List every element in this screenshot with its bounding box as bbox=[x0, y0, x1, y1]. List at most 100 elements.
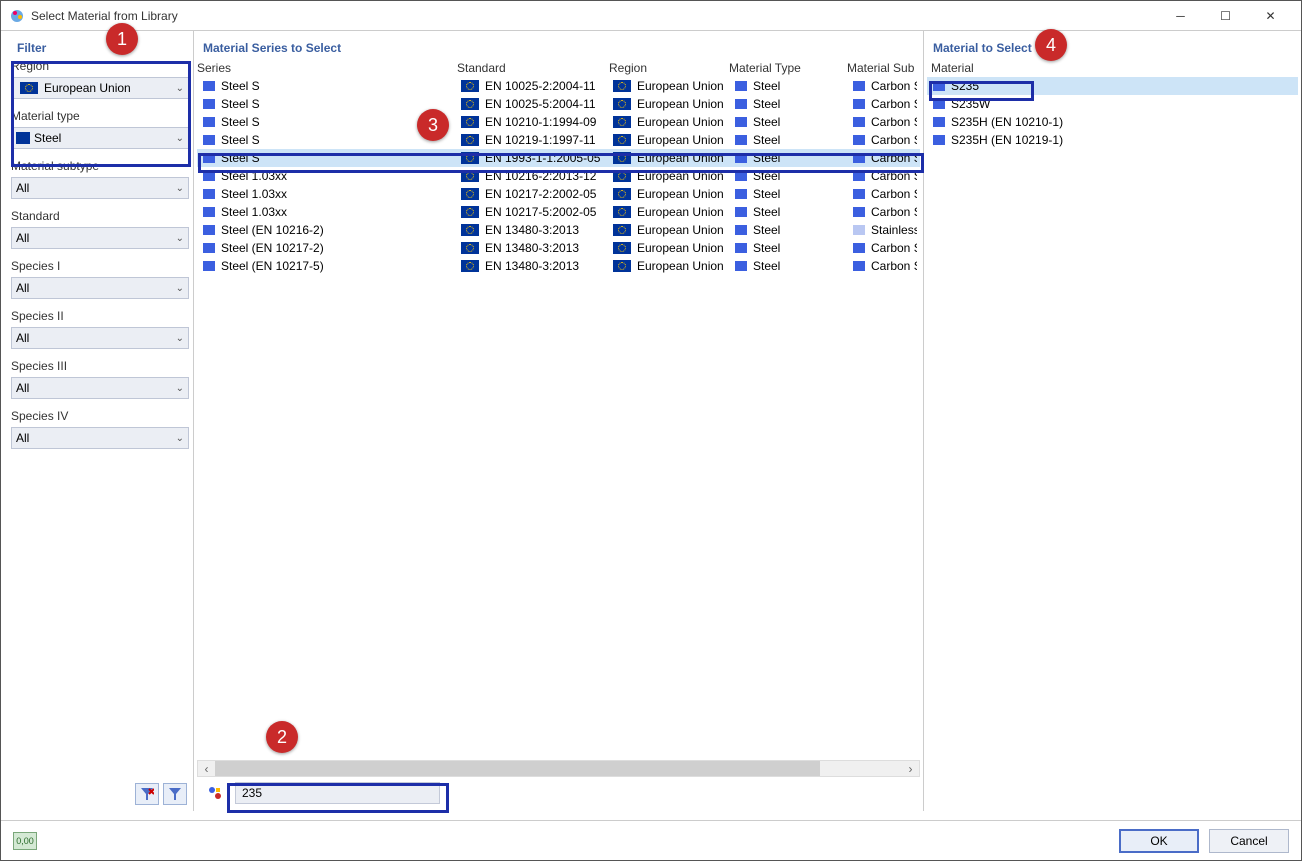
material-name: S235H (EN 10210-1) bbox=[951, 115, 1063, 129]
series-row[interactable]: Steel SEN 10025-5:2004-11European UnionS… bbox=[197, 95, 920, 113]
cell: EN 10217-5:2002-05 bbox=[457, 205, 609, 219]
color-swatch-icon bbox=[203, 171, 215, 181]
series-row[interactable]: Steel 1.03xxEN 10216-2:2013-12European U… bbox=[197, 167, 920, 185]
color-swatch-icon bbox=[203, 99, 215, 109]
series-row[interactable]: Steel SEN 1993-1-1:2005-05European Union… bbox=[197, 149, 920, 167]
eu-flag-icon bbox=[461, 116, 479, 128]
chevron-down-icon: ⌄ bbox=[176, 233, 184, 244]
cell: Steel bbox=[729, 151, 847, 165]
cell: EN 10025-5:2004-11 bbox=[457, 97, 609, 111]
cancel-button[interactable]: Cancel bbox=[1209, 829, 1289, 853]
series-row[interactable]: Steel (EN 10217-5)EN 13480-3:2013Europea… bbox=[197, 257, 920, 275]
series-row[interactable]: Steel (EN 10217-2)EN 13480-3:2013Europea… bbox=[197, 239, 920, 257]
color-swatch-icon bbox=[735, 135, 747, 145]
cell: Carbon St bbox=[847, 205, 917, 219]
cell: European Union bbox=[609, 97, 729, 111]
cell: Steel bbox=[729, 241, 847, 255]
filter-group: Material subtype All ⌄ bbox=[11, 159, 189, 199]
cell: Carbon St bbox=[847, 115, 917, 129]
filter-combo-material-type[interactable]: Steel⌄ bbox=[11, 127, 189, 149]
callout-3: 3 bbox=[417, 109, 449, 141]
material-name: S235W bbox=[951, 97, 990, 111]
callout-2: 2 bbox=[266, 721, 298, 753]
col-material-subtype[interactable]: Material Sub bbox=[847, 61, 917, 75]
units-button[interactable]: 0,00 bbox=[13, 832, 37, 850]
cell: European Union bbox=[609, 259, 729, 273]
color-swatch-icon bbox=[203, 243, 215, 253]
minimize-button[interactable]: ─ bbox=[1158, 2, 1203, 30]
eu-flag-icon bbox=[613, 188, 631, 200]
series-row[interactable]: Steel SEN 10219-1:1997-11European UnionS… bbox=[197, 131, 920, 149]
col-standard[interactable]: Standard bbox=[457, 61, 609, 75]
eu-flag-icon bbox=[613, 152, 631, 164]
scrollbar-thumb[interactable] bbox=[215, 761, 820, 776]
series-row[interactable]: Steel 1.03xxEN 10217-5:2002-05European U… bbox=[197, 203, 920, 221]
eu-flag-icon bbox=[613, 170, 631, 182]
horizontal-scrollbar[interactable]: ‹ › bbox=[197, 760, 920, 777]
clear-filter-button[interactable] bbox=[135, 783, 159, 805]
cell: Steel bbox=[729, 97, 847, 111]
filter-header: Filter bbox=[11, 37, 189, 59]
filter-label: Species I bbox=[11, 259, 189, 273]
color-swatch-icon bbox=[933, 99, 945, 109]
filter-label: Material subtype bbox=[11, 159, 189, 173]
color-swatch-icon bbox=[203, 117, 215, 127]
filter-value: All bbox=[16, 181, 29, 195]
material-row[interactable]: S235H (EN 10219-1) bbox=[927, 131, 1298, 149]
color-swatch-icon bbox=[853, 207, 865, 217]
eu-flag-icon bbox=[461, 170, 479, 182]
color-swatch-icon bbox=[735, 207, 747, 217]
cell: European Union bbox=[609, 205, 729, 219]
filter-combo-standard[interactable]: All⌄ bbox=[11, 227, 189, 249]
filter-combo-material-subtype[interactable]: All ⌄ bbox=[11, 177, 189, 199]
close-button[interactable]: ✕ bbox=[1248, 2, 1293, 30]
color-swatch-icon bbox=[853, 117, 865, 127]
chevron-down-icon: ⌄ bbox=[176, 433, 184, 444]
color-swatch-icon bbox=[853, 189, 865, 199]
steel-swatch-icon bbox=[16, 132, 30, 144]
eu-flag-icon bbox=[461, 260, 479, 272]
col-series[interactable]: Series bbox=[197, 61, 457, 75]
series-row[interactable]: Steel 1.03xxEN 10217-2:2002-05European U… bbox=[197, 185, 920, 203]
col-region[interactable]: Region bbox=[609, 61, 729, 75]
eu-flag-icon bbox=[613, 134, 631, 146]
cell: Steel (EN 10217-2) bbox=[197, 241, 457, 255]
series-row[interactable]: Steel (EN 10216-2)EN 13480-3:2013Europea… bbox=[197, 221, 920, 239]
filter-combo-species-iii[interactable]: All⌄ bbox=[11, 377, 189, 399]
cell: Carbon St bbox=[847, 79, 917, 93]
material-row[interactable]: S235H (EN 10210-1) bbox=[927, 113, 1298, 131]
material-name: S235H (EN 10219-1) bbox=[951, 133, 1063, 147]
ok-button[interactable]: OK bbox=[1119, 829, 1199, 853]
series-row[interactable]: Steel SEN 10210-1:1994-09European UnionS… bbox=[197, 113, 920, 131]
color-swatch-icon bbox=[735, 225, 747, 235]
color-swatch-icon bbox=[203, 261, 215, 271]
material-row[interactable]: S235 bbox=[927, 77, 1298, 95]
filter-combo-region[interactable]: European Union⌄ bbox=[11, 77, 189, 99]
eu-flag-icon bbox=[461, 152, 479, 164]
eu-flag-icon bbox=[613, 206, 631, 218]
chevron-down-icon: ⌄ bbox=[176, 133, 184, 144]
material-row[interactable]: S235W bbox=[927, 95, 1298, 113]
color-swatch-icon bbox=[203, 189, 215, 199]
series-row[interactable]: Steel SEN 10025-2:2004-11European UnionS… bbox=[197, 77, 920, 95]
filter-label: Species IV bbox=[11, 409, 189, 423]
col-material[interactable]: Material bbox=[927, 61, 974, 75]
search-mode-button[interactable] bbox=[203, 782, 227, 804]
col-material-type[interactable]: Material Type bbox=[729, 61, 847, 75]
material-panel: Material to Select Material S235S235WS23… bbox=[924, 31, 1301, 811]
color-swatch-icon bbox=[853, 243, 865, 253]
search-input[interactable]: 235 bbox=[235, 782, 440, 804]
filter-combo-species-ii[interactable]: All⌄ bbox=[11, 327, 189, 349]
filter-combo-species-iv[interactable]: All⌄ bbox=[11, 427, 189, 449]
cell: Steel bbox=[729, 133, 847, 147]
filter-button[interactable] bbox=[163, 783, 187, 805]
filter-combo-species-i[interactable]: All⌄ bbox=[11, 277, 189, 299]
chevron-down-icon: ⌄ bbox=[176, 183, 184, 194]
series-panel: Material Series to Select Series Standar… bbox=[194, 31, 924, 811]
filter-group: RegionEuropean Union⌄ bbox=[11, 59, 189, 99]
cell: EN 10217-2:2002-05 bbox=[457, 187, 609, 201]
maximize-button[interactable]: ☐ bbox=[1203, 2, 1248, 30]
scroll-right-icon[interactable]: › bbox=[902, 761, 919, 776]
color-swatch-icon bbox=[735, 189, 747, 199]
scroll-left-icon[interactable]: ‹ bbox=[198, 761, 215, 776]
